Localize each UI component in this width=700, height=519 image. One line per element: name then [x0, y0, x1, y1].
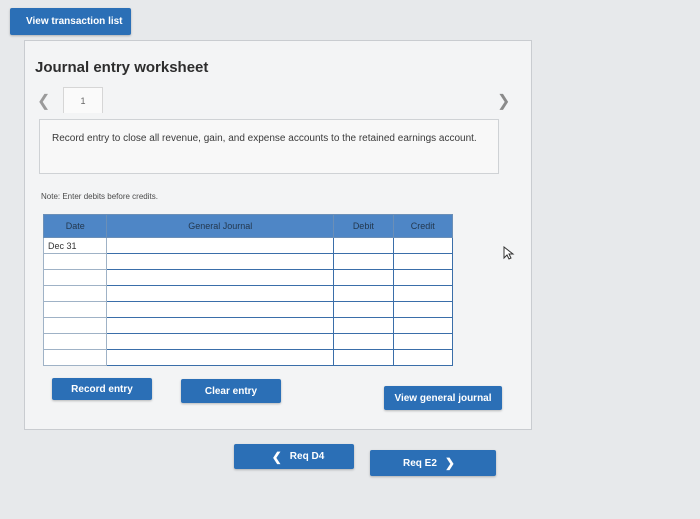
header-date: Date	[42, 214, 108, 238]
instruction-text: Record entry to close all revenue, gain,…	[52, 133, 477, 144]
date-cell[interactable]	[42, 253, 108, 270]
debit-input[interactable]	[333, 317, 394, 334]
chevron-right-icon: ❯	[444, 456, 455, 470]
credit-input[interactable]	[392, 285, 454, 302]
prev-req-button[interactable]: ❮ Req D4	[234, 444, 354, 469]
account-input[interactable]	[106, 285, 335, 302]
date-cell[interactable]	[42, 333, 108, 350]
chevron-right-icon[interactable]: ❯	[497, 91, 510, 111]
page-tab-1[interactable]: 1	[63, 87, 103, 113]
credit-input[interactable]	[392, 317, 454, 334]
note-label: Note: Enter debits before credits.	[41, 192, 158, 201]
chevron-left-icon[interactable]: ❮	[37, 91, 50, 111]
prev-req-label: Req D4	[289, 451, 325, 462]
date-cell[interactable]: Dec 31	[42, 237, 108, 254]
header-credit: Credit	[392, 214, 454, 238]
view-transaction-list-button[interactable]: View transaction list	[10, 8, 131, 35]
credit-input[interactable]	[392, 269, 454, 286]
account-input[interactable]	[106, 349, 335, 366]
date-cell[interactable]	[42, 349, 108, 366]
table-row	[42, 269, 454, 286]
record-entry-button[interactable]: Record entry	[52, 378, 152, 400]
debit-input[interactable]	[333, 237, 394, 254]
table-row	[42, 301, 454, 318]
date-cell[interactable]	[42, 317, 108, 334]
credit-input[interactable]	[392, 333, 454, 350]
header-debit: Debit	[333, 214, 394, 238]
date-cell[interactable]	[42, 301, 108, 318]
mouse-pointer-icon	[503, 246, 515, 260]
debit-input[interactable]	[333, 301, 394, 318]
debit-input[interactable]	[333, 349, 394, 366]
account-input[interactable]	[106, 237, 335, 254]
credit-input[interactable]	[392, 253, 454, 270]
worksheet-panel: Journal entry worksheet ❮ 1 ❯ Record ent…	[24, 40, 532, 430]
debit-input[interactable]	[333, 285, 394, 302]
date-cell[interactable]	[42, 269, 108, 286]
table-row	[42, 333, 454, 350]
account-input[interactable]	[106, 269, 335, 286]
credit-input[interactable]	[392, 301, 454, 318]
debit-input[interactable]	[333, 333, 394, 350]
chevron-left-icon: ❮	[271, 449, 282, 464]
account-input[interactable]	[106, 253, 335, 270]
debit-input[interactable]	[333, 253, 394, 270]
account-input[interactable]	[106, 333, 335, 350]
debit-input[interactable]	[333, 269, 394, 286]
table-row	[42, 285, 454, 302]
account-input[interactable]	[106, 317, 335, 334]
journal-table: Date General Journal Debit Credit Dec 31	[42, 214, 454, 366]
clear-entry-button[interactable]: Clear entry	[181, 379, 281, 403]
credit-input[interactable]	[392, 237, 454, 254]
account-input[interactable]	[106, 301, 335, 318]
header-general-journal: General Journal	[106, 214, 335, 238]
table-row	[42, 349, 454, 366]
table-row	[42, 253, 454, 270]
credit-input[interactable]	[392, 349, 454, 366]
table-row	[42, 317, 454, 334]
date-cell[interactable]	[42, 285, 108, 302]
next-req-button[interactable]: Req E2 ❯	[370, 450, 496, 476]
view-general-journal-button[interactable]: View general journal	[384, 386, 502, 410]
instruction-box: Record entry to close all revenue, gain,…	[39, 119, 499, 174]
next-req-label: Req E2	[403, 457, 437, 469]
page-title: Journal entry worksheet	[35, 59, 209, 76]
table-row: Dec 31	[42, 237, 454, 254]
